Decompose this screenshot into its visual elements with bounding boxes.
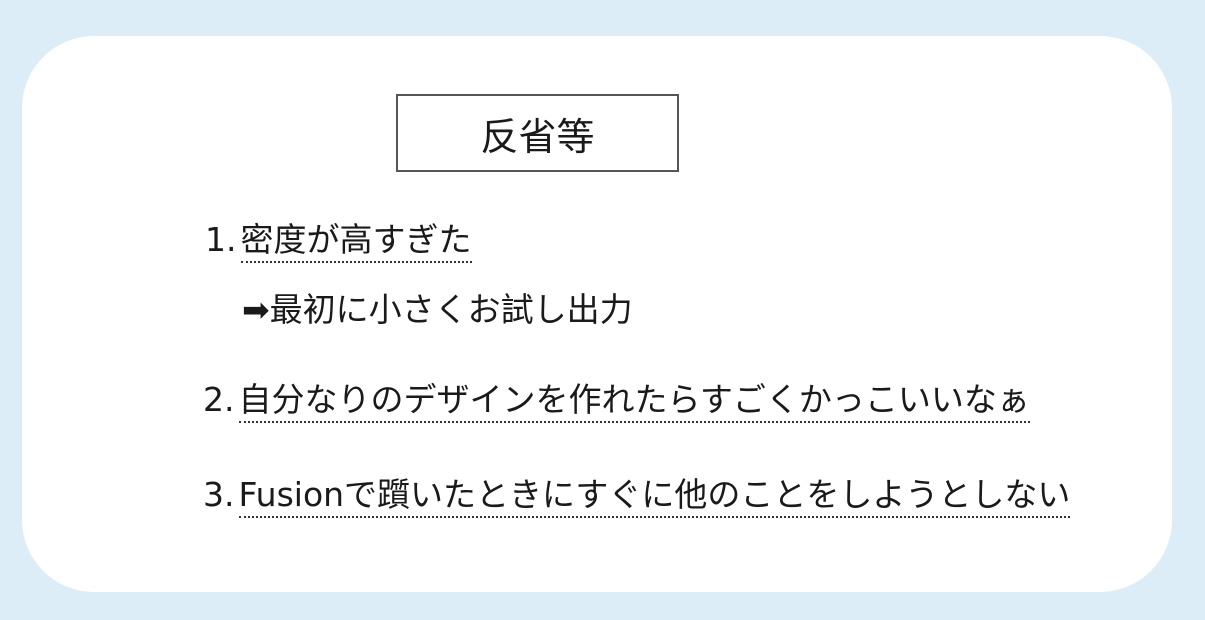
item-number: 3. — [203, 475, 235, 514]
item-number: 2. — [203, 380, 235, 419]
title-box: 反省等 — [396, 94, 679, 172]
list-item-1: 1. 密度が高すぎた — [205, 220, 472, 263]
item-number: 1. — [205, 220, 237, 259]
page-title: 反省等 — [480, 114, 595, 159]
item-text: 最初に小さくお試し出力 — [269, 290, 633, 329]
list-item-2: 2. 自分なりのデザインを作れたらすごくかっこいいなぁ — [203, 380, 1030, 423]
list-item-1-sub: ➡最初に小さくお試し出力 — [242, 290, 633, 329]
list-item-3: 3. Fusionで躓いたときにすぐに他のことをしようとしない — [203, 475, 1071, 518]
item-text: Fusionで躓いたときにすぐに他のことをしようとしない — [238, 475, 1071, 518]
item-text: 密度が高すぎた — [240, 220, 472, 263]
item-text: 自分なりのデザインを作れたらすごくかっこいいなぁ — [238, 380, 1030, 423]
arrow-icon: ➡ — [242, 290, 270, 329]
